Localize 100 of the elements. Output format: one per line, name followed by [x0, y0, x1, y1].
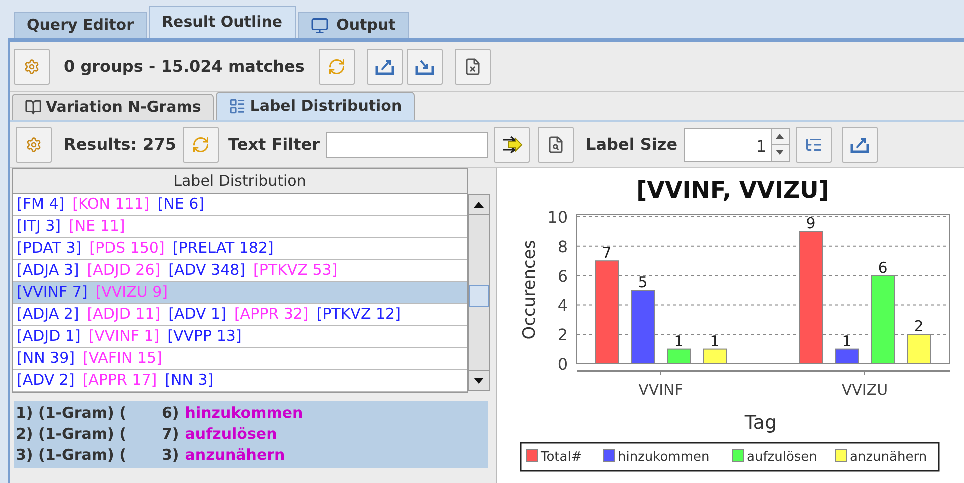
refresh-icon — [328, 58, 346, 76]
category-label: VVIZU — [842, 381, 888, 399]
settings-button[interactable] — [16, 126, 52, 162]
filter-arrows-icon — [501, 134, 524, 154]
export-button[interactable] — [842, 126, 878, 162]
tab[interactable]: Result Outline — [149, 6, 296, 38]
ngram-count: 6) — [162, 403, 180, 424]
label-count: [NE 11] — [69, 216, 126, 238]
chart-title: [VVINF, VVIZU] — [636, 178, 830, 204]
chart-bar — [667, 348, 691, 364]
export-icon — [850, 136, 870, 154]
legend-label: hinzukommen — [618, 450, 710, 465]
list-icon — [229, 98, 246, 115]
label-size-label: Label Size — [586, 134, 678, 156]
label-count: [APPR 17] — [82, 370, 158, 392]
scrollbar[interactable] — [468, 194, 490, 391]
label-count: [APPR 32] — [234, 304, 309, 326]
y-tick-label: 2 — [558, 326, 568, 345]
label-count: [ADJD 26] — [87, 260, 161, 282]
results-label: Results: — [64, 134, 138, 156]
text-filter-label: Text Filter — [228, 134, 320, 156]
data-label: 7 — [602, 244, 612, 262]
ngram-prefix: 2) (1-Gram) ( — [16, 424, 128, 446]
label-count: [NN 39] — [17, 348, 76, 370]
import-button[interactable] — [406, 48, 443, 84]
column-header: Label Distribution — [13, 169, 467, 194]
label-count: [NE 6] — [158, 194, 204, 216]
y-tick-label: 8 — [558, 237, 568, 256]
search-button[interactable] — [538, 126, 574, 162]
tab[interactable]: Label Distribution — [216, 92, 416, 120]
scroll-thumb[interactable] — [469, 285, 489, 307]
data-label: 1 — [710, 332, 720, 350]
label-count: [PDAT 3] — [17, 238, 82, 260]
label-count: [PDS 150] — [90, 238, 165, 260]
data-label: 9 — [806, 214, 816, 233]
label-count: [ADJA 3] — [17, 260, 80, 282]
match-summary: 0 groups - 15.024 matches — [63, 56, 306, 78]
tab[interactable]: Variation N-Grams — [12, 94, 214, 120]
ngram-term: anzunähern — [185, 445, 286, 466]
x-axis-label: Tag — [744, 412, 778, 434]
label-count: [KON 111] — [72, 194, 150, 216]
document-x-icon — [464, 58, 482, 76]
monitor-icon — [310, 16, 329, 34]
label-count: [ADV 348] — [168, 260, 246, 282]
y-axis-label: Occurences — [520, 240, 540, 340]
ngram-count: 7) — [162, 424, 180, 446]
book-icon — [25, 99, 42, 116]
data-label: 5 — [638, 274, 648, 292]
label-count: [NN 3] — [165, 370, 214, 392]
apply-filter-button[interactable] — [494, 126, 530, 162]
tab[interactable]: Output — [298, 12, 409, 38]
settings-icon — [24, 58, 40, 74]
label-count: [ADJA 2] — [17, 304, 80, 326]
data-label: 1 — [674, 332, 684, 350]
spinner-down-icon[interactable] — [772, 145, 789, 160]
list-row[interactable]: [VVINF 7] [VVIZU 9] — [13, 282, 467, 304]
ngram-term: hinzukommen — [185, 403, 304, 424]
label-count: [PTKVZ 53] — [254, 260, 338, 282]
scroll-up-icon[interactable] — [474, 202, 484, 208]
text-filter-field[interactable] — [326, 132, 488, 158]
import-icon — [414, 58, 435, 76]
data-label: 2 — [914, 318, 924, 336]
label-count: [VVPP 13] — [168, 326, 242, 348]
legend-label: Total# — [541, 450, 582, 465]
refresh-icon — [192, 136, 210, 154]
spinner-value: 1 — [755, 136, 768, 158]
data-label: 1 — [842, 332, 852, 350]
search-document-icon — [547, 136, 566, 154]
label-size-spinner[interactable]: 1 — [684, 128, 790, 162]
layout-button[interactable] — [796, 126, 832, 162]
ngram-prefix: 3) (1-Gram) ( — [16, 445, 128, 466]
label-count: [VAFIN 15] — [83, 348, 162, 370]
y-tick-label: 0 — [558, 355, 568, 374]
ngram-prefix: 1) (1-Gram) ( — [16, 403, 128, 424]
label-count: [ADJD 1] — [17, 326, 81, 348]
label-count: [VVINF 7] — [17, 282, 88, 304]
chart-bar — [835, 348, 859, 364]
settings-icon — [26, 136, 42, 152]
results-count: 275 — [143, 134, 177, 156]
label-count: [VVINF 1] — [88, 326, 160, 348]
export-icon — [374, 58, 395, 76]
category-label: VVINF — [638, 381, 684, 399]
label-count: [ITJ 3] — [17, 216, 62, 238]
ngram-term: aufzulösen — [185, 424, 278, 446]
y-tick-label: 4 — [558, 296, 568, 316]
data-label: 6 — [878, 258, 888, 277]
settings-button[interactable] — [14, 48, 50, 84]
y-tick-label: 6 — [558, 266, 568, 286]
label-count: [VVIZU 9] — [96, 282, 168, 304]
tab[interactable]: Query Editor — [14, 12, 147, 38]
clear-button[interactable] — [454, 48, 491, 84]
chart-bar — [703, 348, 727, 364]
scroll-down-icon[interactable] — [474, 378, 484, 384]
label-count: [PRELAT 182] — [172, 238, 274, 260]
label-count: [FM 4] — [17, 194, 65, 216]
ngram-count: 3) — [162, 445, 180, 466]
export-button[interactable] — [366, 48, 403, 84]
label-count: [ADJD 11] — [87, 304, 161, 326]
spinner-up-icon[interactable] — [772, 128, 789, 145]
y-tick-label: 10 — [548, 208, 568, 227]
